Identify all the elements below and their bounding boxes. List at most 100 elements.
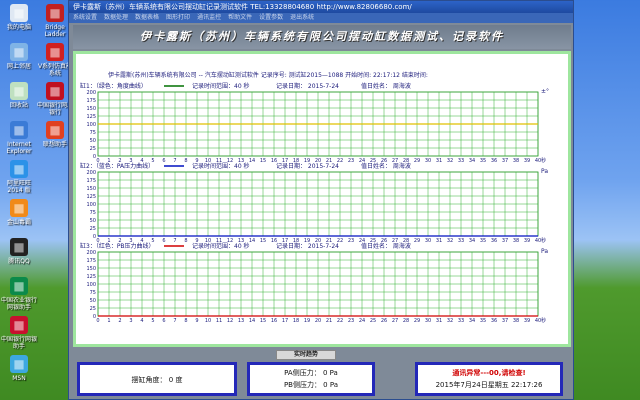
y-tick-label: 50 — [90, 218, 96, 224]
x-tick-label: 30 — [425, 318, 431, 324]
menu-item[interactable]: 系统设置 — [73, 14, 97, 21]
abc-bank-icon: ■ — [10, 277, 28, 295]
x-tick-label: 13 — [238, 318, 244, 324]
x-tick-label: 34 — [469, 238, 475, 244]
x-tick-label: 20 — [315, 318, 321, 324]
desktop-icon[interactable]: ■ MSN — [1, 355, 37, 382]
x-unit-label: 秒 — [541, 317, 546, 324]
x-tick-label: 33 — [458, 238, 464, 244]
desktop-icon[interactable]: ■ 金山毒霸 — [1, 199, 37, 226]
menu-item[interactable]: 退出系统 — [290, 14, 314, 21]
x-tick-label: 33 — [458, 158, 464, 164]
charts-svg: 缸1：（绿色：角度曲线） 记录时间范围：40 秒记录日期： 2015-7-24 值日… — [80, 82, 549, 324]
x-tick-label: 16 — [271, 318, 277, 324]
x-tick-label: 15 — [260, 238, 266, 244]
x-tick-label: 28 — [403, 318, 409, 324]
x-tick-label: 27 — [392, 318, 398, 324]
record-date: 记录日期： 2015-7-24 — [276, 162, 339, 170]
x-tick-label: 25 — [370, 318, 376, 324]
computer-icon: ■ — [10, 4, 28, 22]
realtime-trend-button[interactable]: 实时趋势 — [276, 350, 336, 360]
x-tick-label: 38 — [513, 318, 519, 324]
menu-item[interactable]: 图形打印 — [166, 14, 190, 21]
x-tick-label: 8 — [184, 238, 187, 244]
x-tick-label: 29 — [414, 158, 420, 164]
y-tick-label: 100 — [86, 202, 96, 208]
vseries-icon: ■ — [46, 43, 64, 61]
pb-pressure-readout: PB侧压力： 0 Pa — [283, 381, 339, 389]
desktop-icon[interactable]: ■ 中国银行网银助手 — [1, 316, 37, 350]
desktop-icon-label: 中国银行网银助手 — [1, 336, 38, 350]
bank-icon: ■ — [46, 82, 64, 100]
pressure-status-box: PA侧压力： 0 Pa PB侧压力： 0 Pa — [247, 362, 375, 396]
x-tick-label: 32 — [447, 318, 453, 324]
x-tick-label: 17 — [282, 318, 288, 324]
chart-header: 缸3：（红色：PB压力曲线） — [80, 242, 155, 250]
desktop-icon[interactable]: ■ 中国农业银行网银助手 — [1, 277, 37, 311]
x-tick-label: 11 — [216, 318, 222, 324]
menu-item[interactable]: 通讯监控 — [197, 14, 221, 21]
x-tick-label: 39 — [524, 238, 530, 244]
x-tick-label: 22 — [337, 318, 343, 324]
x-tick-label: 34 — [469, 158, 475, 164]
desktop-icon-label: 金山毒霸 — [6, 219, 31, 226]
msn-icon: ■ — [10, 355, 28, 373]
app-banner: 伊卡露斯（苏州）车辆系统有限公司摆动缸数据测试、记录软件 — [73, 25, 571, 49]
lenovo-icon: ■ — [46, 121, 64, 139]
x-tick-label: 7 — [173, 318, 176, 324]
x-tick-label: 19 — [304, 318, 310, 324]
desktop-icon[interactable]: ■ 腾讯QQ — [1, 238, 37, 265]
x-tick-label: 38 — [513, 238, 519, 244]
app-window: 伊卡露斯（苏州）车辆系统有限公司摆动缸记录测试软件 TEL:1332880468… — [68, 0, 574, 400]
y-tick-label: 125 — [86, 194, 96, 200]
window-title[interactable]: 伊卡露斯（苏州）车辆系统有限公司摆动缸记录测试软件 TEL:1332880468… — [69, 1, 573, 13]
x-tick-label: 31 — [436, 238, 442, 244]
y-tick-label: 150 — [86, 186, 96, 192]
x-tick-label: 37 — [502, 318, 508, 324]
x-tick-label: 36 — [491, 158, 497, 164]
menu-item[interactable]: 数据表格 — [135, 14, 159, 21]
x-tick-label: 31 — [436, 158, 442, 164]
x-tick-label: 0 — [96, 318, 99, 324]
x-tick-label: 7 — [173, 158, 176, 164]
desktop-icon-label: Internet Explorer — [6, 141, 32, 155]
menu-item[interactable]: 数据处理 — [104, 14, 128, 21]
y-tick-label: 150 — [86, 266, 96, 272]
x-tick-label: 4 — [140, 318, 143, 324]
desktop-icons: ■ 我的电脑 ■ 网上邻居 ■ 回收站 ■ Internet Explorer ■ 阿里旺旺 20… — [0, 0, 74, 400]
x-tick-label: 9 — [195, 318, 198, 324]
x-tick-label: 23 — [348, 158, 354, 164]
chart-panel: 伊卡露斯(苏州)车辆系统有限公司 -- 汽车摆动缸测试软件 记录序号: 测试缸2… — [73, 51, 571, 347]
recycle-bin-icon: ■ — [10, 82, 28, 100]
y-tick-label: 200 — [86, 250, 96, 256]
x-tick-label: 12 — [227, 318, 233, 324]
desktop-icon[interactable]: ■ 回收站 — [1, 82, 37, 109]
x-tick-label: 37 — [502, 238, 508, 244]
x-tick-label: 14 — [249, 318, 255, 324]
x-tick-label: 5 — [151, 318, 154, 324]
x-tick-label: 35 — [480, 158, 486, 164]
unit-label: Pa — [541, 248, 548, 255]
record-range: 记录时间范围：40 秒 — [192, 242, 250, 250]
desktop-icon[interactable]: ■ 阿里旺旺 2014 版 — [1, 160, 37, 194]
desktop-icon[interactable]: ■ 我的电脑 — [1, 4, 37, 31]
menu-item[interactable]: 设置参数 — [259, 14, 283, 21]
pa-pressure-readout: PA侧压力： 0 Pa — [284, 369, 338, 377]
comm-status-box: 通讯异常---00,请检查! 2015年7月24日星期五 22:17:26 — [415, 362, 563, 396]
x-tick-label: 29 — [414, 238, 420, 244]
desktop-icon[interactable]: ■ Internet Explorer — [1, 121, 37, 155]
menu-bar: 系统设置 数据处理 数据表格 图形打印 通讯监控 帮助文件 设置参数 退出系统 — [69, 13, 573, 23]
y-tick-label: 200 — [86, 170, 96, 176]
y-tick-label: 0 — [93, 154, 96, 160]
y-tick-label: 175 — [86, 178, 96, 184]
desktop-icon[interactable]: ■ 网上邻居 — [1, 43, 37, 70]
desktop-icon-label: 腾讯QQ — [8, 258, 30, 265]
menu-item[interactable]: 帮助文件 — [228, 14, 252, 21]
x-tick-label: 8 — [184, 318, 187, 324]
qq-icon: ■ — [10, 238, 28, 256]
unit-label: Pa — [541, 168, 548, 175]
y-tick-label: 125 — [86, 114, 96, 120]
x-tick-label: 21 — [326, 318, 332, 324]
x-unit-label: 秒 — [541, 157, 546, 164]
x-tick-label: 15 — [260, 318, 266, 324]
